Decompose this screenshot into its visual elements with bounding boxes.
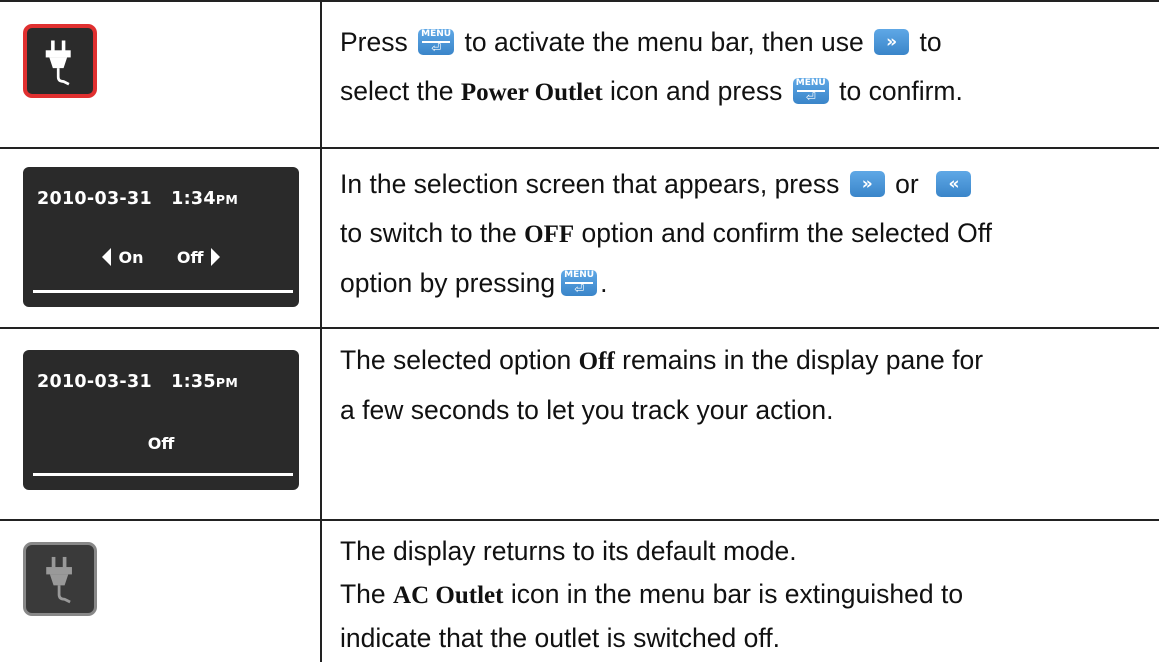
left-triangle-icon — [101, 248, 111, 266]
instruction-table: Press MENU ⏎ to activate the menu bar, th… — [0, 0, 1159, 662]
menu-key-icon: MENU ⏎ — [561, 270, 598, 296]
datetime: 2010-03-31 1:35PM — [37, 372, 239, 392]
option-off: Off — [176, 248, 204, 267]
text: Press — [340, 27, 408, 57]
bold-term: Power Outlet — [460, 79, 603, 106]
row-divider — [0, 327, 1159, 329]
menu-key-icon: MENU ⏎ — [418, 29, 455, 55]
text: a few seconds to let you track your acti… — [340, 395, 834, 425]
text: option and confirm the selected Off — [581, 218, 993, 248]
option-on: On — [118, 248, 144, 267]
text: indicate that the outlet is switched off… — [340, 623, 780, 653]
bold-term: AC Outlet — [393, 582, 504, 609]
text: The — [340, 579, 386, 609]
text: icon and press — [610, 76, 783, 106]
display-screen-selection: 2010-03-31 1:34PM On Off — [23, 167, 299, 307]
right-arrow-key-icon: » — [874, 29, 910, 55]
selected-option: Off — [147, 434, 175, 453]
column-divider — [320, 0, 322, 662]
text: remains in the display pane for — [622, 345, 984, 375]
text: to activate the menu bar, then use — [464, 27, 864, 57]
text: option by pressing — [340, 268, 556, 298]
row2-text: In the selection screen that appears, pr… — [340, 160, 1140, 308]
right-triangle-icon — [211, 248, 221, 266]
row1-text: Press MENU ⏎ to activate the menu bar, th… — [340, 18, 1140, 117]
power-outlet-off-icon — [23, 542, 97, 616]
text: select the — [340, 76, 454, 106]
text: The selected option — [340, 345, 572, 375]
row3-text: The selected option Off remains in the d… — [340, 336, 1140, 435]
display-screen-result: 2010-03-31 1:35PM Off — [23, 350, 299, 490]
bold-term: Off — [578, 348, 615, 375]
text: In the selection screen that appears, pr… — [340, 169, 840, 199]
table-border-top — [0, 0, 1159, 2]
text: to switch to the — [340, 218, 517, 248]
text: The display returns to its default mode. — [340, 536, 797, 566]
text: to confirm. — [839, 76, 963, 106]
screen-underline — [33, 290, 293, 293]
bold-term: OFF — [524, 221, 575, 248]
text: . — [600, 268, 608, 298]
option-selector: On Off — [23, 248, 299, 267]
right-arrow-key-icon: » — [849, 171, 885, 197]
power-outlet-icon — [23, 24, 97, 98]
menu-key-icon: MENU ⏎ — [792, 78, 829, 104]
left-arrow-key-icon: « — [936, 171, 972, 197]
text: or — [895, 169, 919, 199]
text: icon in the menu bar is extinguished to — [510, 579, 964, 609]
datetime: 2010-03-31 1:34PM — [37, 189, 239, 209]
text: to — [919, 27, 942, 57]
row4-text: The display returns to its default mode.… — [340, 530, 1140, 660]
row-divider — [0, 519, 1159, 521]
screen-underline — [33, 473, 293, 476]
row-divider — [0, 147, 1159, 149]
